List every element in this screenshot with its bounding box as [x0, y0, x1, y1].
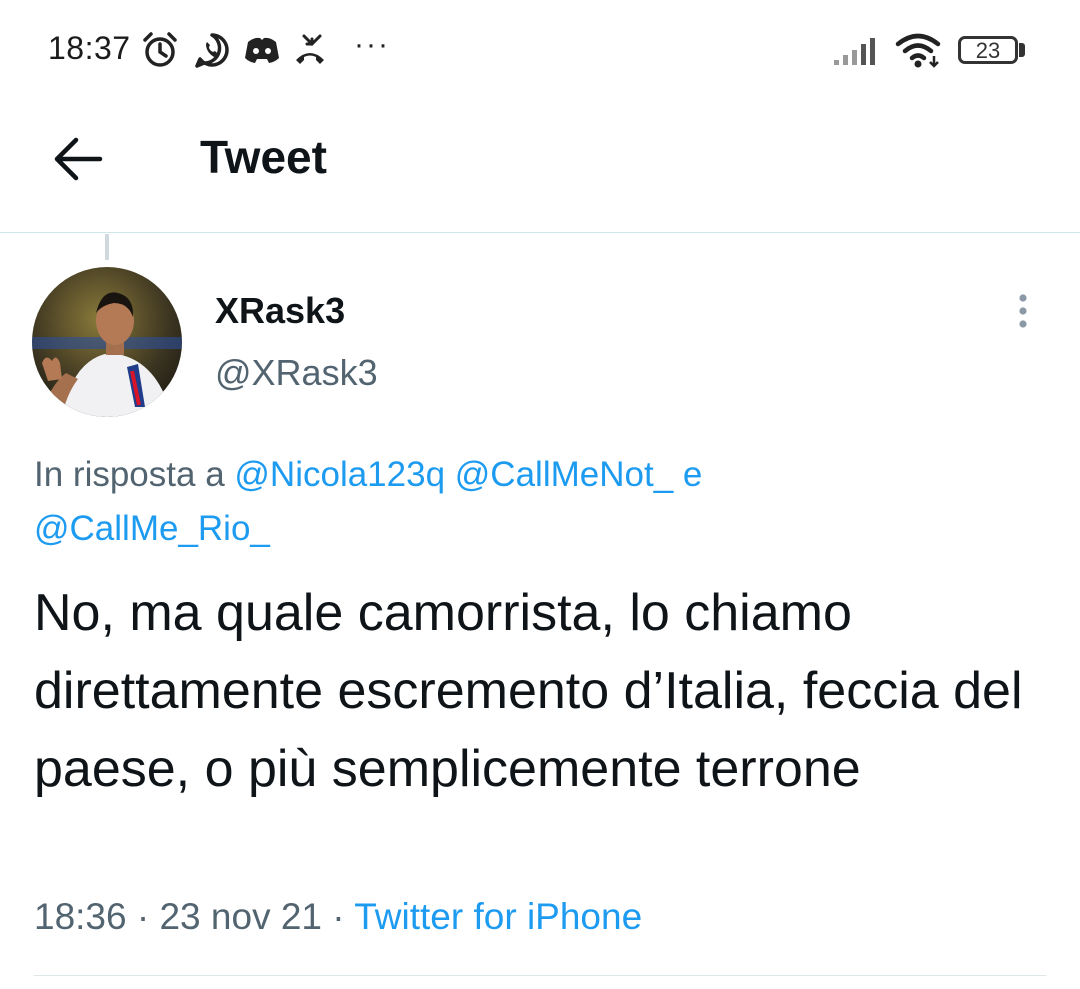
- tweet-divider: [34, 975, 1046, 976]
- meta-separator: ·: [332, 896, 345, 937]
- missed-call-icon: [296, 34, 324, 64]
- signal-icon: [834, 38, 875, 65]
- user-handle[interactable]: @XRask3: [215, 352, 378, 394]
- more-notifications-icon: ···: [354, 28, 390, 61]
- wifi-icon: [895, 33, 941, 68]
- more-vertical-icon[interactable]: [1008, 292, 1038, 336]
- mention-link[interactable]: @CallMeNot_: [455, 455, 673, 494]
- battery-tip: [1019, 43, 1025, 57]
- reply-conjunction: e: [682, 455, 703, 494]
- mention-link[interactable]: @CallMe_Rio_: [34, 509, 270, 548]
- status-time: 18:37: [48, 30, 131, 66]
- tweet-source-link[interactable]: Twitter for iPhone: [354, 896, 642, 937]
- mention-link[interactable]: @Nicola123q: [234, 455, 445, 494]
- battery-indicator: 23: [958, 36, 1018, 64]
- display-name[interactable]: XRask3: [215, 290, 345, 332]
- battery-level: 23: [975, 38, 1001, 63]
- tweet-meta: 18:36 · 23 nov 21 · Twitter for iPhone: [34, 896, 642, 938]
- tweet-time: 18:36: [34, 896, 127, 937]
- page-title: Tweet: [200, 131, 327, 183]
- alarm-icon: [143, 32, 177, 67]
- meta-separator: ·: [136, 896, 150, 937]
- discord-icon: [245, 37, 279, 63]
- tweet-date: 23 nov 21: [159, 896, 323, 937]
- whatsapp-icon: [195, 33, 229, 68]
- back-arrow-icon[interactable]: [52, 136, 104, 182]
- thread-connector: [105, 234, 109, 260]
- tweet-text: No, ma quale camorrista, lo chiamo diret…: [34, 584, 1023, 798]
- reply-context: In risposta a @Nicola123q @CallMeNot_ e …: [34, 448, 1034, 556]
- avatar[interactable]: [32, 267, 182, 417]
- header-divider: [0, 232, 1080, 233]
- reply-prefix: In risposta a: [34, 455, 225, 494]
